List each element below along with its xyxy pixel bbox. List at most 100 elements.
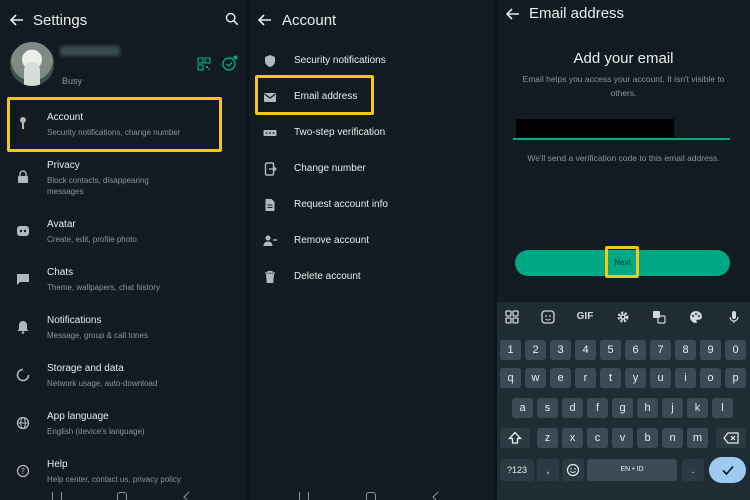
key-f[interactable]: f: [587, 398, 608, 418]
key-2[interactable]: 2: [525, 340, 546, 360]
avatar[interactable]: [10, 42, 54, 86]
home-nav-icon[interactable]: [366, 492, 376, 500]
settings-item-subtitle: Block contacts, disappearing messages: [47, 176, 149, 196]
add-email-heading: Add your email: [573, 50, 674, 67]
key-s[interactable]: s: [537, 398, 558, 418]
settings-item-subtitle: Help center, contact us, privacy policy: [47, 475, 181, 484]
settings-item-title: App language: [47, 411, 109, 422]
key-j[interactable]: j: [662, 398, 683, 418]
key-m[interactable]: m: [687, 428, 708, 448]
backspace-icon: [723, 432, 739, 444]
email-address-screen: Email address Add your email Email helps…: [497, 0, 750, 500]
palette-icon[interactable]: [689, 310, 703, 324]
account-item-change-number[interactable]: Change number: [249, 151, 495, 187]
account-item-two-step-verification[interactable]: Two-step verification: [249, 115, 495, 151]
sticker-icon[interactable]: [541, 310, 555, 324]
key-i[interactable]: i: [675, 368, 696, 388]
backspace-key[interactable]: [716, 428, 746, 448]
key-c[interactable]: c: [587, 428, 608, 448]
key-r[interactable]: r: [575, 368, 596, 388]
apps-grid-icon[interactable]: [505, 310, 519, 324]
settings-item-title: Help: [47, 459, 68, 470]
back-arrow-icon[interactable]: [505, 6, 521, 22]
key-w[interactable]: w: [525, 368, 546, 388]
shield-icon: [265, 55, 275, 67]
recents-nav-icon[interactable]: [52, 492, 62, 500]
account-highlight-box: [7, 97, 222, 152]
verification-note: We'll send a verification code to this e…: [527, 153, 720, 163]
key-o[interactable]: o: [700, 368, 721, 388]
account-screen: Account Security notifications Email add…: [249, 0, 495, 500]
key-k[interactable]: k: [687, 398, 708, 418]
key-1[interactable]: 1: [500, 340, 521, 360]
globe-icon: [16, 416, 30, 430]
key-g[interactable]: g: [612, 398, 633, 418]
key-3[interactable]: 3: [550, 340, 571, 360]
period-key[interactable]: .: [682, 459, 704, 481]
settings-item-subtitle: Network usage, auto-download: [47, 379, 158, 388]
account-item-delete-account[interactable]: Delete account: [249, 259, 495, 295]
account-item-label: Request account info: [294, 199, 388, 210]
status-icon[interactable]: [221, 55, 238, 72]
document-icon: [265, 199, 275, 211]
key-u[interactable]: u: [650, 368, 671, 388]
key-4[interactable]: 4: [575, 340, 596, 360]
account-item-label: Remove account: [294, 235, 370, 246]
key-6[interactable]: 6: [625, 340, 646, 360]
account-item-label: Two-step verification: [294, 127, 386, 138]
comma-key[interactable]: ,: [537, 459, 559, 481]
profile-status: Busy: [62, 76, 83, 86]
space-key[interactable]: EN • ID: [587, 459, 677, 481]
account-item-remove-account[interactable]: Remove account: [249, 223, 495, 259]
settings-item-avatar[interactable]: Avatar Create, edit, profile photo: [0, 214, 247, 260]
done-key[interactable]: [709, 457, 746, 483]
settings-item-notifications[interactable]: Notifications Message, group & call tone…: [0, 310, 247, 356]
translate-icon[interactable]: [652, 310, 666, 324]
key-q[interactable]: q: [500, 368, 521, 388]
shift-icon: [508, 431, 522, 444]
qr-code-icon[interactable]: [197, 57, 211, 71]
key-0[interactable]: 0: [725, 340, 746, 360]
key-y[interactable]: y: [625, 368, 646, 388]
gif-icon[interactable]: GIF: [575, 310, 595, 324]
gear-icon[interactable]: [616, 310, 630, 324]
email-header: Email address: [497, 0, 750, 30]
settings-item-privacy[interactable]: Privacy Block contacts, disappearing mes…: [0, 155, 247, 201]
key-b[interactable]: b: [637, 428, 658, 448]
settings-item-app-language[interactable]: App language English (device's language): [0, 406, 247, 452]
back-arrow-icon[interactable]: [9, 12, 25, 28]
shift-key[interactable]: [500, 428, 530, 448]
email-value-redacted: [516, 119, 674, 137]
settings-item-storage[interactable]: Storage and data Network usage, auto-dow…: [0, 358, 247, 404]
key-v[interactable]: v: [612, 428, 633, 448]
key-x[interactable]: x: [562, 428, 583, 448]
home-nav-icon[interactable]: [117, 492, 127, 500]
key-8[interactable]: 8: [675, 340, 696, 360]
key-p[interactable]: p: [725, 368, 746, 388]
back-nav-icon[interactable]: [432, 491, 444, 500]
account-item-request-account-info[interactable]: Request account info: [249, 187, 495, 223]
key-9[interactable]: 9: [700, 340, 721, 360]
key-a[interactable]: a: [512, 398, 533, 418]
key-l[interactable]: l: [712, 398, 733, 418]
profile-name-redacted: [60, 46, 120, 56]
email-description: Email helps you access your account. It …: [522, 74, 725, 98]
storage-icon: [16, 368, 30, 382]
key-t[interactable]: t: [600, 368, 621, 388]
emoji-key[interactable]: [562, 459, 584, 481]
settings-item-chats[interactable]: Chats Theme, wallpapers, chat history: [0, 262, 247, 308]
symbols-key[interactable]: ?123: [500, 459, 534, 481]
page-title: Email address: [529, 5, 625, 22]
key-5[interactable]: 5: [600, 340, 621, 360]
key-h[interactable]: h: [637, 398, 658, 418]
key-z[interactable]: z: [537, 428, 558, 448]
account-item-security-notifications[interactable]: Security notifications: [249, 43, 495, 79]
key-e[interactable]: e: [550, 368, 571, 388]
back-arrow-icon[interactable]: [257, 12, 273, 28]
search-icon[interactable]: [225, 12, 239, 26]
microphone-icon[interactable]: [727, 310, 741, 324]
recents-nav-icon[interactable]: [299, 492, 309, 500]
key-n[interactable]: n: [662, 428, 683, 448]
key-7[interactable]: 7: [650, 340, 671, 360]
key-d[interactable]: d: [562, 398, 583, 418]
